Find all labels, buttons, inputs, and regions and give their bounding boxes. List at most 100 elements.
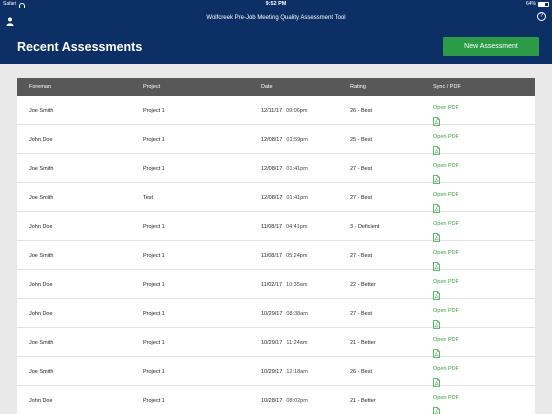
table-row[interactable]: John Doe Project 1 11/08/17 04:41pm 3 - D… [17, 212, 535, 242]
cell-foreman: Joe Smith [29, 253, 54, 259]
open-pdf-label: Open PDF [433, 308, 459, 314]
assessments-table: Foreman Project Date Rating Sync / PDF J… [17, 78, 535, 414]
table-body: Joe Smith Project 1 12/11/17 09:06pm 26 -… [17, 96, 535, 414]
cell-foreman: John Doe [29, 282, 53, 288]
cell-date-day: 12/11/17 [261, 108, 283, 114]
cell-project: Project 1 [143, 398, 165, 404]
open-pdf-link[interactable]: Open PDF [433, 221, 459, 242]
cell-date-day: 12/08/17 [261, 166, 283, 172]
cell-foreman: John Doe [29, 398, 53, 404]
cell-date: 10/29/17 08:38am [261, 311, 308, 317]
cell-date: 10/29/17 12:18am [261, 369, 308, 375]
cell-foreman: Joe Smith [29, 195, 54, 201]
cell-date: 10/28/17 08:02pm [261, 398, 308, 404]
cell-date-day: 11/02/17 [261, 282, 283, 288]
open-pdf-link[interactable]: Open PDF [433, 105, 459, 126]
page-title: Recent Assessments [17, 40, 143, 54]
cell-date-day: 12/08/17 [261, 137, 283, 143]
cell-foreman: John Doe [29, 224, 53, 230]
cell-date: 12/11/17 09:06pm [261, 108, 307, 114]
cell-rating: 27 - Best [350, 311, 373, 317]
cell-rating: 3 - Deficient [350, 224, 380, 230]
cell-project: Project 1 [143, 166, 165, 172]
status-right: 64% [526, 0, 549, 9]
cell-foreman: Joe Smith [29, 166, 54, 172]
open-pdf-link[interactable]: Open PDF [433, 337, 459, 358]
open-pdf-link[interactable]: Open PDF [433, 279, 459, 300]
cell-rating: 27 - Best [350, 166, 373, 172]
cell-date: 12/08/17 01:41pm [261, 195, 308, 201]
cell-date: 10/29/17 11:24am [261, 340, 307, 346]
cell-date-time: 01:41pm [286, 166, 308, 172]
cell-date-day: 11/08/17 [261, 253, 283, 259]
battery-percent: 64% [525, 1, 536, 7]
open-pdf-label: Open PDF [433, 134, 459, 140]
cell-date-day: 10/28/17 [261, 398, 283, 404]
table-row[interactable]: Joe Smith Project 1 10/29/17 12:18am 26 -… [17, 357, 535, 387]
cell-rating: 21 - Better [350, 340, 376, 346]
cell-date-day: 12/08/17 [261, 195, 283, 201]
cell-project: Project 1 [143, 224, 165, 230]
cell-foreman: John Doe [29, 137, 53, 143]
cell-date-time: 08:02pm [286, 398, 308, 404]
open-pdf-label: Open PDF [433, 163, 459, 169]
table-row[interactable]: Joe Smith Project 1 11/08/17 05:24pm 27 -… [17, 241, 535, 271]
cell-date: 12/08/17 01:41pm [261, 166, 308, 172]
cell-rating: 22 - Better [350, 282, 376, 288]
app-title: Wolfcreek Pre-Job Meeting Quality Assess… [206, 15, 346, 21]
table-row[interactable]: Joe Smith Test 12/08/17 01:41pm 27 - Best… [17, 183, 535, 213]
cell-date-time: 10:35am [286, 282, 308, 288]
pdf-file-icon [433, 407, 440, 414]
cell-foreman: Joe Smith [29, 340, 54, 346]
column-header-project: Project [143, 84, 161, 90]
battery-icon [538, 2, 549, 7]
cell-project: Project 1 [143, 253, 165, 259]
cell-date-time: 08:38am [286, 311, 308, 317]
open-pdf-label: Open PDF [433, 105, 459, 111]
cell-project: Project 1 [143, 369, 165, 375]
open-pdf-label: Open PDF [433, 250, 459, 256]
open-pdf-link[interactable]: Open PDF [433, 134, 459, 155]
table-row[interactable]: John Doe Project 1 11/02/17 10:35am 22 - … [17, 270, 535, 300]
new-assessment-button[interactable]: New Assessment [443, 37, 539, 56]
table-row[interactable]: John Doe Project 1 10/29/17 08:38am 27 - … [17, 299, 535, 329]
table-row[interactable]: Joe Smith Project 1 10/29/17 11:24am 21 -… [17, 328, 535, 358]
open-pdf-link[interactable]: Open PDF [433, 192, 459, 213]
open-pdf-link[interactable]: Open PDF [433, 250, 459, 271]
cell-rating: 21 - Better [350, 398, 376, 404]
cell-date-time: 12:18am [286, 369, 308, 375]
cell-foreman: John Doe [29, 311, 53, 317]
column-header-foreman: Foreman [29, 84, 52, 90]
cell-date: 11/02/17 10:35am [261, 282, 307, 288]
status-time: 9:52 PM [265, 1, 287, 7]
open-pdf-label: Open PDF [433, 279, 459, 285]
battery-fill [539, 3, 545, 6]
open-pdf-label: Open PDF [433, 395, 459, 401]
table-row[interactable]: John Doe Project 1 12/08/17 01:59pm 25 - … [17, 125, 535, 155]
open-pdf-link[interactable]: Open PDF [433, 163, 459, 184]
cell-date-day: 10/29/17 [261, 311, 283, 317]
cell-project: Project 1 [143, 282, 165, 288]
cell-project: Project 1 [143, 340, 165, 346]
cell-rating: 26 - Best [350, 108, 373, 114]
table-row[interactable]: Joe Smith Project 1 12/11/17 09:06pm 26 -… [17, 96, 535, 126]
cell-rating: 26 - Best [350, 369, 373, 375]
open-pdf-link[interactable]: Open PDF [433, 366, 459, 387]
cell-rating: 27 - Best [350, 253, 373, 259]
cell-date-day: 10/29/17 [261, 340, 283, 346]
open-pdf-link[interactable]: Open PDF [433, 395, 459, 414]
cell-date: 11/08/17 04:41pm [261, 224, 307, 230]
table-row[interactable]: John Doe Project 1 10/28/17 08:02pm 21 - … [17, 386, 535, 414]
cell-date-time: 09:06pm [286, 108, 308, 114]
table-row[interactable]: Joe Smith Project 1 12/08/17 01:41pm 27 -… [17, 154, 535, 184]
open-pdf-label: Open PDF [433, 337, 459, 343]
cell-date-day: 11/08/17 [261, 224, 283, 230]
cell-date: 12/08/17 01:59pm [261, 137, 308, 143]
help-icon[interactable]: ? [537, 12, 546, 21]
cell-date: 11/08/17 05:24pm [261, 253, 307, 259]
cell-project: Project 1 [143, 137, 165, 143]
cell-rating: 25 - Best [350, 137, 373, 143]
open-pdf-link[interactable]: Open PDF [433, 308, 459, 329]
open-pdf-label: Open PDF [433, 366, 459, 372]
table-header: Foreman Project Date Rating Sync / PDF [17, 78, 535, 96]
